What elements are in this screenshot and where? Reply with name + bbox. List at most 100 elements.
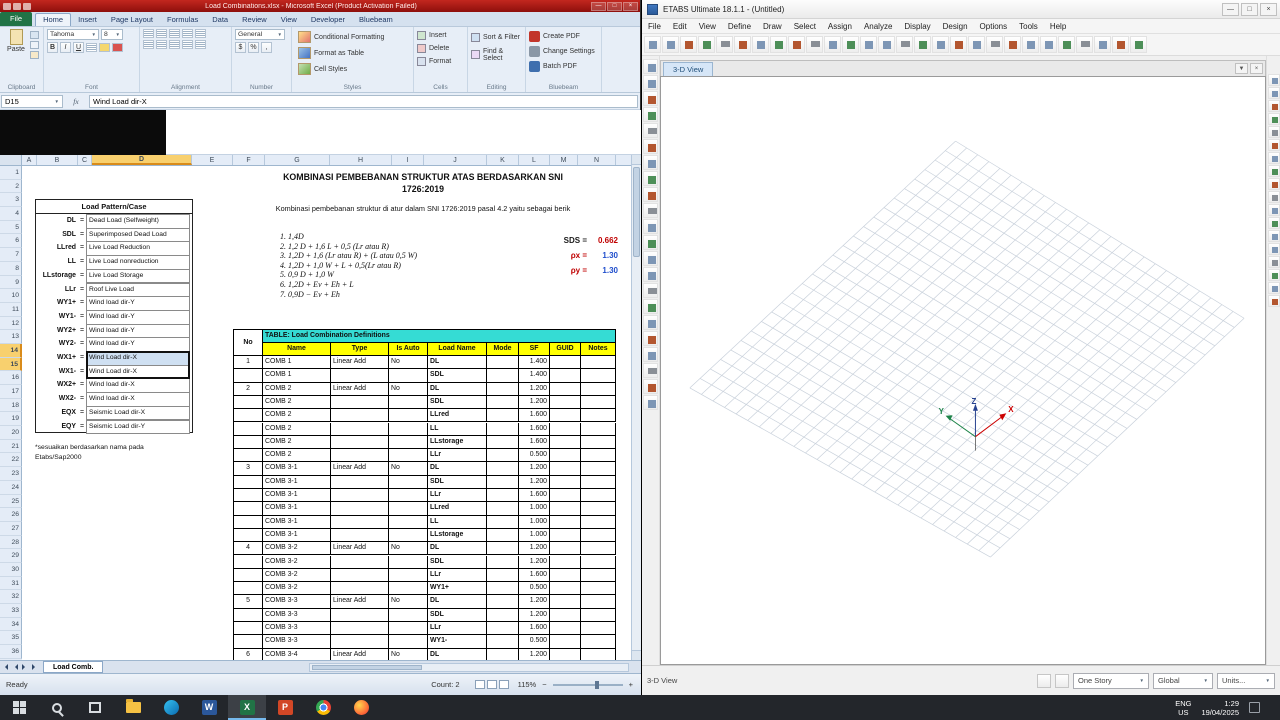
row-header-33[interactable]: 33 — [0, 604, 22, 618]
undo-icon[interactable] — [13, 2, 21, 10]
menu-view[interactable]: View — [693, 22, 722, 31]
edge-icon[interactable] — [152, 695, 190, 720]
load-pattern-desc-cell[interactable]: Live Load Storage — [86, 268, 190, 284]
load-pattern-desc-cell[interactable]: Wind load dir-Y — [86, 323, 190, 339]
align-left-button[interactable] — [143, 40, 154, 49]
load-pattern-row[interactable]: EQY = Seismic Load dir-Y — [36, 419, 192, 435]
merge-center-button[interactable] — [195, 40, 206, 49]
firefox-icon[interactable] — [342, 695, 380, 720]
table-row[interactable]: 5 COMB 3-3 Linear Add No DL 1.200 — [234, 595, 616, 609]
row-header-36[interactable]: 36 — [0, 645, 22, 659]
move-down-story-icon[interactable] — [1022, 36, 1039, 53]
load-pattern-row[interactable]: WX2+ = Wind load dir-X — [36, 378, 192, 394]
story-selector[interactable]: One Story ▼ — [1073, 672, 1149, 689]
start-animation-icon[interactable] — [1037, 673, 1051, 688]
design-menu-icon[interactable] — [1112, 36, 1129, 53]
snap-point-icon[interactable] — [1267, 87, 1280, 99]
reshape-icon[interactable] — [643, 75, 658, 90]
ribbon-tab-data[interactable]: Data — [205, 14, 235, 26]
snap-midpoints-icon[interactable] — [1267, 113, 1280, 125]
row-header-10[interactable]: 10 — [0, 289, 22, 303]
draw-developed-elevation-icon[interactable] — [643, 379, 658, 394]
table-row[interactable]: COMB 3-1 LLstorage 1.000 — [234, 528, 616, 543]
clear-snap-icon[interactable] — [1267, 282, 1280, 294]
chrome-icon[interactable] — [304, 695, 342, 720]
row-header-14[interactable]: 14 — [0, 343, 22, 358]
menu-options[interactable]: Options — [974, 22, 1014, 31]
table-row[interactable]: 4 COMB 3-2 Linear Add No DL 1.200 — [234, 542, 616, 556]
close-button[interactable]: × — [623, 1, 638, 11]
table-row[interactable]: COMB 3-3 WY1- 0.500 — [234, 635, 616, 649]
column-header-J[interactable]: J — [424, 155, 487, 165]
table-row[interactable]: COMB 2 LLstorage 1.600 — [234, 435, 616, 450]
draw-wall-icon[interactable] — [643, 219, 658, 234]
rotate-3d-view-icon[interactable] — [968, 36, 985, 53]
row-header-1[interactable]: 1 — [0, 166, 22, 180]
column-header-D[interactable]: D — [92, 155, 192, 165]
align-middle-button[interactable] — [156, 29, 167, 38]
print-icon[interactable] — [698, 36, 715, 53]
row-header-20[interactable]: 20 — [0, 426, 22, 440]
row-header-22[interactable]: 22 — [0, 453, 22, 468]
load-pattern-desc-cell[interactable]: Seismic Load dir-Y — [86, 419, 190, 435]
load-pattern-row[interactable]: DL = Dead Load (Selfweight) — [36, 214, 192, 229]
object-shrink-toggle-icon[interactable] — [1040, 36, 1057, 53]
snap-settings-icon[interactable] — [1267, 295, 1280, 307]
load-pattern-desc-cell[interactable]: Seismic Load dir-X — [86, 405, 190, 421]
quick-frame-icon[interactable] — [643, 123, 658, 138]
zoom-slider[interactable] — [552, 680, 623, 689]
column-header-A[interactable]: A — [22, 155, 37, 165]
formula-bar-expanded-area[interactable] — [166, 110, 641, 155]
task-view-button-icon[interactable] — [76, 695, 114, 720]
scrollbar-thumb[interactable] — [633, 167, 640, 257]
table-row[interactable]: COMB 3-2 WY1+ 0.500 — [234, 582, 616, 596]
draw-braces-icon[interactable] — [643, 139, 658, 154]
maximize-button[interactable]: □ — [1241, 2, 1258, 16]
load-pattern-desc-cell[interactable]: Wind load dir-X — [86, 392, 190, 407]
draw-door-icon[interactable] — [643, 267, 658, 282]
menu-tools[interactable]: Tools — [1013, 22, 1044, 31]
draw-reference-point-icon[interactable] — [643, 315, 658, 330]
snap-edges-icon[interactable] — [1267, 165, 1280, 177]
pan-icon[interactable] — [896, 36, 913, 53]
percent-format-button[interactable]: % — [248, 42, 259, 53]
number-format-select[interactable]: General ▼ — [235, 29, 285, 40]
snap-lines-icon[interactable] — [1267, 152, 1280, 164]
load-pattern-desc-cell[interactable]: Wind load dir-Y — [86, 296, 190, 311]
start-button-icon[interactable] — [0, 695, 38, 720]
assign-icon[interactable] — [1076, 36, 1093, 53]
table-row[interactable]: COMB 3-1 LLr 1.600 — [234, 489, 616, 503]
object-snap-toggle-icon[interactable] — [1267, 204, 1280, 216]
row-header-31[interactable]: 31 — [0, 576, 22, 591]
zoom-in-button[interactable]: + — [629, 680, 633, 689]
load-pattern-desc-cell[interactable]: Live Load Reduction — [86, 241, 190, 257]
column-header-L[interactable]: L — [519, 155, 550, 165]
row-header-7[interactable]: 7 — [0, 248, 22, 262]
load-pattern-row[interactable]: SDL = Superimposed Dead Load — [36, 227, 192, 243]
menu-assign[interactable]: Assign — [822, 22, 858, 31]
search-button-icon[interactable] — [38, 695, 76, 720]
table-row[interactable]: 6 COMB 3-4 Linear Add No DL 1.200 — [234, 648, 616, 660]
menu-define[interactable]: Define — [722, 22, 757, 31]
load-pattern-row[interactable]: WY1- = Wind load dir-Y — [36, 309, 192, 325]
plan-view-icon[interactable] — [932, 36, 949, 53]
load-pattern-desc-cell[interactable]: Wind Load dir-X — [86, 364, 190, 380]
row-header-19[interactable]: 19 — [0, 412, 22, 427]
align-center-button[interactable] — [156, 40, 167, 49]
align-right-button[interactable] — [169, 40, 180, 49]
formula-input[interactable]: Wind Load dir-X — [89, 94, 638, 108]
snap-perpendicular-icon[interactable] — [1267, 139, 1280, 151]
refresh-window-icon[interactable] — [752, 36, 769, 53]
ribbon-tab-insert[interactable]: Insert — [71, 14, 104, 26]
ribbon-tab-file[interactable]: File — [0, 12, 33, 26]
vertical-scrollbar[interactable] — [631, 155, 641, 660]
column-header-H[interactable]: H — [330, 155, 392, 165]
page-break-view-button[interactable] — [498, 680, 509, 689]
maximize-button[interactable]: □ — [607, 1, 622, 11]
row-header-15[interactable]: 15 — [0, 357, 22, 372]
table-row[interactable]: COMB 1 SDL 1.400 — [234, 369, 616, 383]
menu-select[interactable]: Select — [788, 22, 822, 31]
load-pattern-desc-cell[interactable]: Roof Live Load — [86, 282, 190, 298]
ribbon-tab-developer[interactable]: Developer — [304, 14, 352, 26]
units-selector[interactable]: Units... ▼ — [1217, 672, 1275, 689]
